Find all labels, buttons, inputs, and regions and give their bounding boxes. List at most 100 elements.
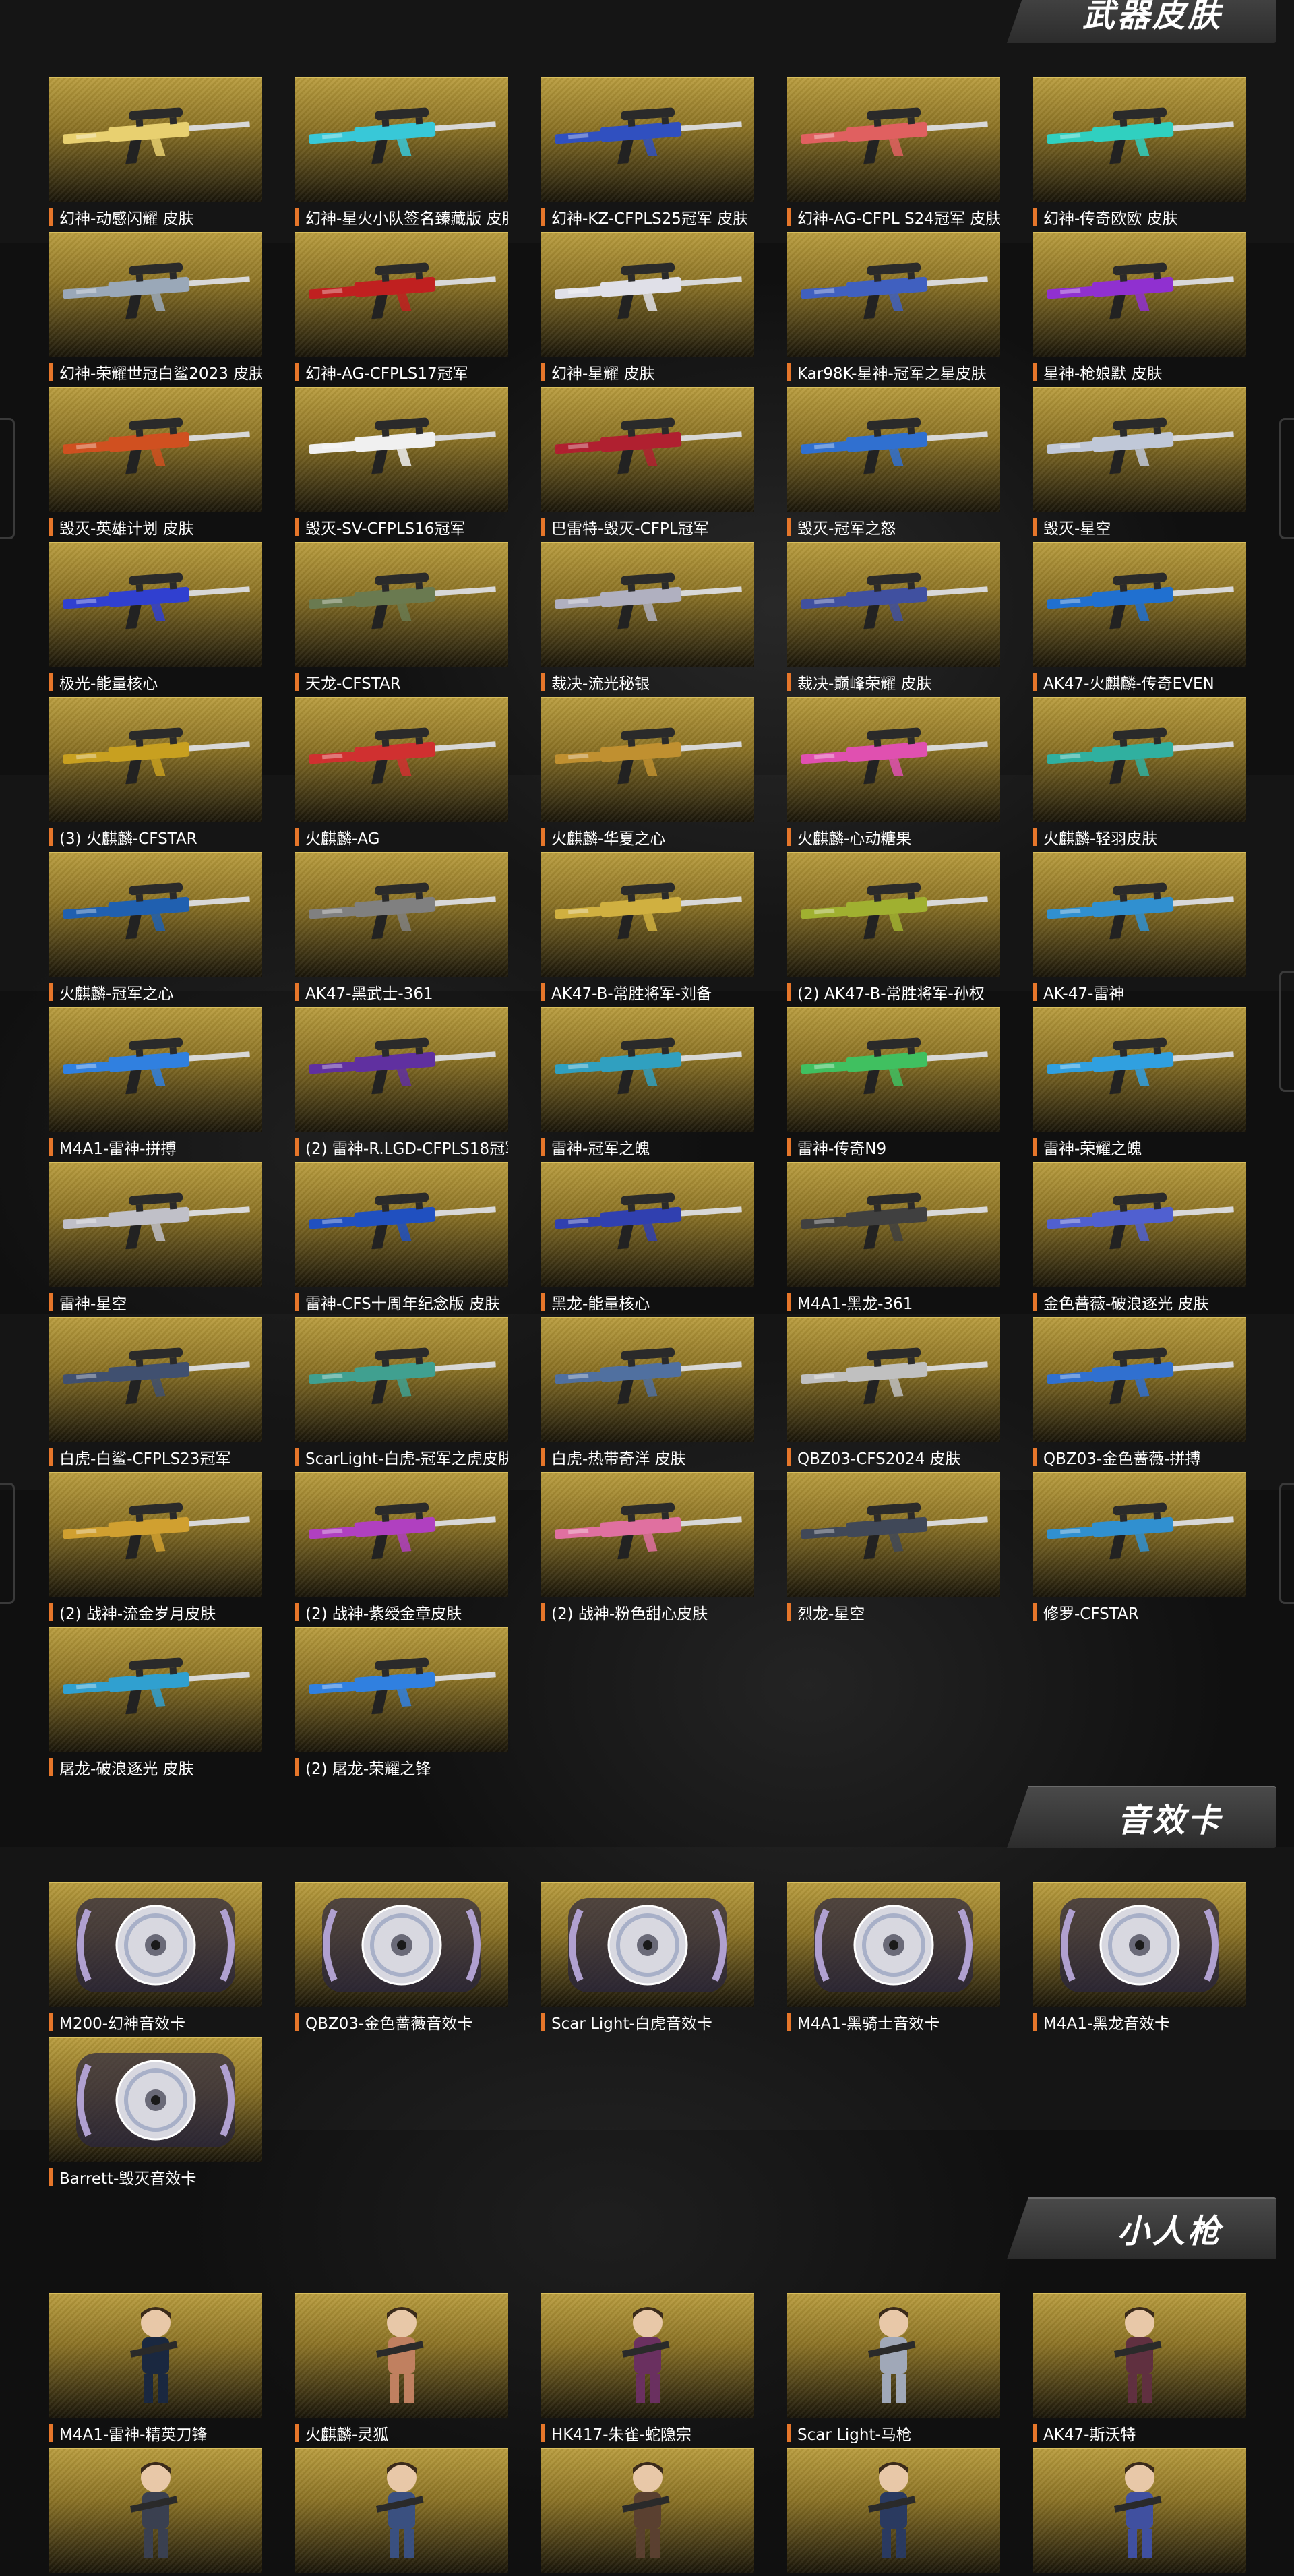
item-image[interactable] (541, 232, 754, 357)
item-card[interactable]: Scar Light-白虎音效卡 (541, 1882, 754, 2037)
item-image[interactable] (541, 1162, 754, 1287)
item-card[interactable]: 金色蔷薇-破浪逐光 皮肤 (1033, 1162, 1246, 1317)
item-image[interactable] (49, 2293, 262, 2418)
item-image[interactable] (1033, 387, 1246, 512)
item-image[interactable] (295, 1162, 508, 1287)
item-card[interactable]: 幻神-传奇欧欧 皮肤 (1033, 77, 1246, 232)
item-image[interactable] (1033, 2293, 1246, 2418)
item-image[interactable] (49, 542, 262, 667)
item-card[interactable]: KAC斑式机枪-黑桃战神 (541, 2448, 754, 2576)
item-card[interactable]: 火麒麟-AG (295, 697, 508, 852)
item-image[interactable] (49, 77, 262, 202)
item-card[interactable]: QBZ03-金色蔷薇音效卡 (295, 1882, 508, 2037)
item-card[interactable]: AK47-火麒麟-传奇EVEN (1033, 542, 1246, 697)
item-card[interactable]: ScarLight-白虎-冠军之虎皮肤 (295, 1317, 508, 1472)
item-image[interactable] (1033, 77, 1246, 202)
item-card[interactable]: 极光-能量核心 (49, 542, 262, 697)
item-image[interactable] (787, 852, 1000, 977)
item-image[interactable] (295, 1472, 508, 1597)
item-card[interactable]: 雷神-CFS十周年纪念版 皮肤 (295, 1162, 508, 1317)
item-card[interactable]: 星神-枪娘默 皮肤 (1033, 232, 1246, 387)
item-image[interactable] (541, 542, 754, 667)
item-card[interactable]: 幻神-AG-CFPL S24冠军 皮肤 (787, 77, 1000, 232)
item-image[interactable] (1033, 697, 1246, 822)
item-card[interactable]: 雷神-星空 (49, 1162, 262, 1317)
item-image[interactable] (787, 77, 1000, 202)
item-image[interactable] (787, 1882, 1000, 2007)
item-card[interactable]: 屠龙-破浪逐光 皮肤 (49, 1627, 262, 1782)
item-image[interactable] (295, 387, 508, 512)
item-card[interactable]: M4A1-雷神-精英刀锋 (49, 2293, 262, 2448)
item-card[interactable]: 毁灭-英雄计划 皮肤 (49, 387, 262, 542)
item-card[interactable]: M4A1-黑骑士音效卡 (787, 1882, 1000, 2037)
item-card[interactable]: (2) 屠龙-荣耀之锋 (295, 1627, 508, 1782)
item-image[interactable] (787, 2293, 1000, 2418)
item-image[interactable] (1033, 1317, 1246, 1442)
item-image[interactable] (541, 77, 754, 202)
item-image[interactable] (1033, 2448, 1246, 2573)
item-card[interactable]: M4A1-雷神-拼搏 (49, 1007, 262, 1162)
item-image[interactable] (1033, 1882, 1246, 2007)
item-image[interactable] (1033, 232, 1246, 357)
item-image[interactable] (541, 697, 754, 822)
item-card[interactable]: M200-幻神音效卡 (49, 1882, 262, 2037)
item-card[interactable]: (3) 火麒麟-CFSTAR (49, 697, 262, 852)
item-image[interactable] (541, 1317, 754, 1442)
item-card[interactable]: 毁灭-星空 (1033, 387, 1246, 542)
item-image[interactable] (787, 542, 1000, 667)
item-card[interactable]: 毁灭-冠军之怒 (787, 387, 1000, 542)
item-image[interactable] (541, 1007, 754, 1132)
item-image[interactable] (787, 1162, 1000, 1287)
item-image[interactable] (295, 852, 508, 977)
item-image[interactable] (541, 2448, 754, 2573)
item-image[interactable] (295, 697, 508, 822)
item-card[interactable]: COP-白鲨 (787, 2448, 1000, 2576)
item-card[interactable]: M4A1-黑龙音效卡 (1033, 1882, 1246, 2037)
item-image[interactable] (1033, 542, 1246, 667)
item-image[interactable] (295, 1007, 508, 1132)
item-card[interactable]: 火麒麟-华夏之心 (541, 697, 754, 852)
item-card[interactable]: 毁灭-SV-CFPLS16冠军 (295, 387, 508, 542)
item-image[interactable] (295, 1317, 508, 1442)
item-image[interactable] (541, 1882, 754, 2007)
item-image[interactable] (49, 1007, 262, 1132)
item-image[interactable] (787, 1472, 1000, 1597)
item-card[interactable]: (2) 战神-紫绶金章皮肤 (295, 1472, 508, 1627)
item-card[interactable]: AK47-斯沃特 (1033, 2293, 1246, 2448)
item-image[interactable] (787, 697, 1000, 822)
item-image[interactable] (541, 852, 754, 977)
item-image[interactable] (541, 2293, 754, 2418)
item-image[interactable] (49, 1472, 262, 1597)
item-card[interactable]: 火麒麟-轻羽皮肤 (1033, 697, 1246, 852)
item-card[interactable]: 天龙-CFSTAR (295, 542, 508, 697)
item-card[interactable]: 黑龙-能量核心 (541, 1162, 754, 1317)
item-image[interactable] (295, 542, 508, 667)
item-image[interactable] (49, 232, 262, 357)
item-card[interactable]: 幻神-星耀 皮肤 (541, 232, 754, 387)
item-image[interactable] (49, 1162, 262, 1287)
item-card[interactable]: Kar98K-星神-冠军之星皮肤 (787, 232, 1000, 387)
item-card[interactable]: Scar Light-马枪 (787, 2293, 1000, 2448)
item-card[interactable]: M82A1-水枪-不败狙神 (295, 2448, 508, 2576)
item-card[interactable]: 迷你火神 (1033, 2448, 1246, 2576)
item-image[interactable] (49, 852, 262, 977)
item-image[interactable] (295, 1882, 508, 2007)
item-image[interactable] (787, 1317, 1000, 1442)
item-card[interactable]: 白虎-热带奇洋 皮肤 (541, 1317, 754, 1472)
item-card[interactable]: 火麒麟-灵狐 (295, 2293, 508, 2448)
item-image[interactable] (49, 2037, 262, 2162)
item-image[interactable] (49, 1627, 262, 1752)
item-card[interactable]: 幻神-星火小队签名臻藏版 皮肤 (295, 77, 508, 232)
item-card[interactable]: 白虎-白鲨-CFPLS23冠军 (49, 1317, 262, 1472)
item-card[interactable]: (2) AK47-B-常胜将军-孙权 (787, 852, 1000, 1007)
item-card[interactable]: 烈龙-星空 (787, 1472, 1000, 1627)
item-card[interactable]: (2) 战神-粉色甜心皮肤 (541, 1472, 754, 1627)
item-card[interactable]: 雷神-冠军之魄 (541, 1007, 754, 1162)
item-image[interactable] (295, 1627, 508, 1752)
item-image[interactable] (541, 387, 754, 512)
item-image[interactable] (1033, 1162, 1246, 1287)
item-card[interactable]: AK-47-雷神 (1033, 852, 1246, 1007)
item-image[interactable] (787, 387, 1000, 512)
item-image[interactable] (49, 387, 262, 512)
item-card[interactable]: 幻神-动感闪耀 皮肤 (49, 77, 262, 232)
